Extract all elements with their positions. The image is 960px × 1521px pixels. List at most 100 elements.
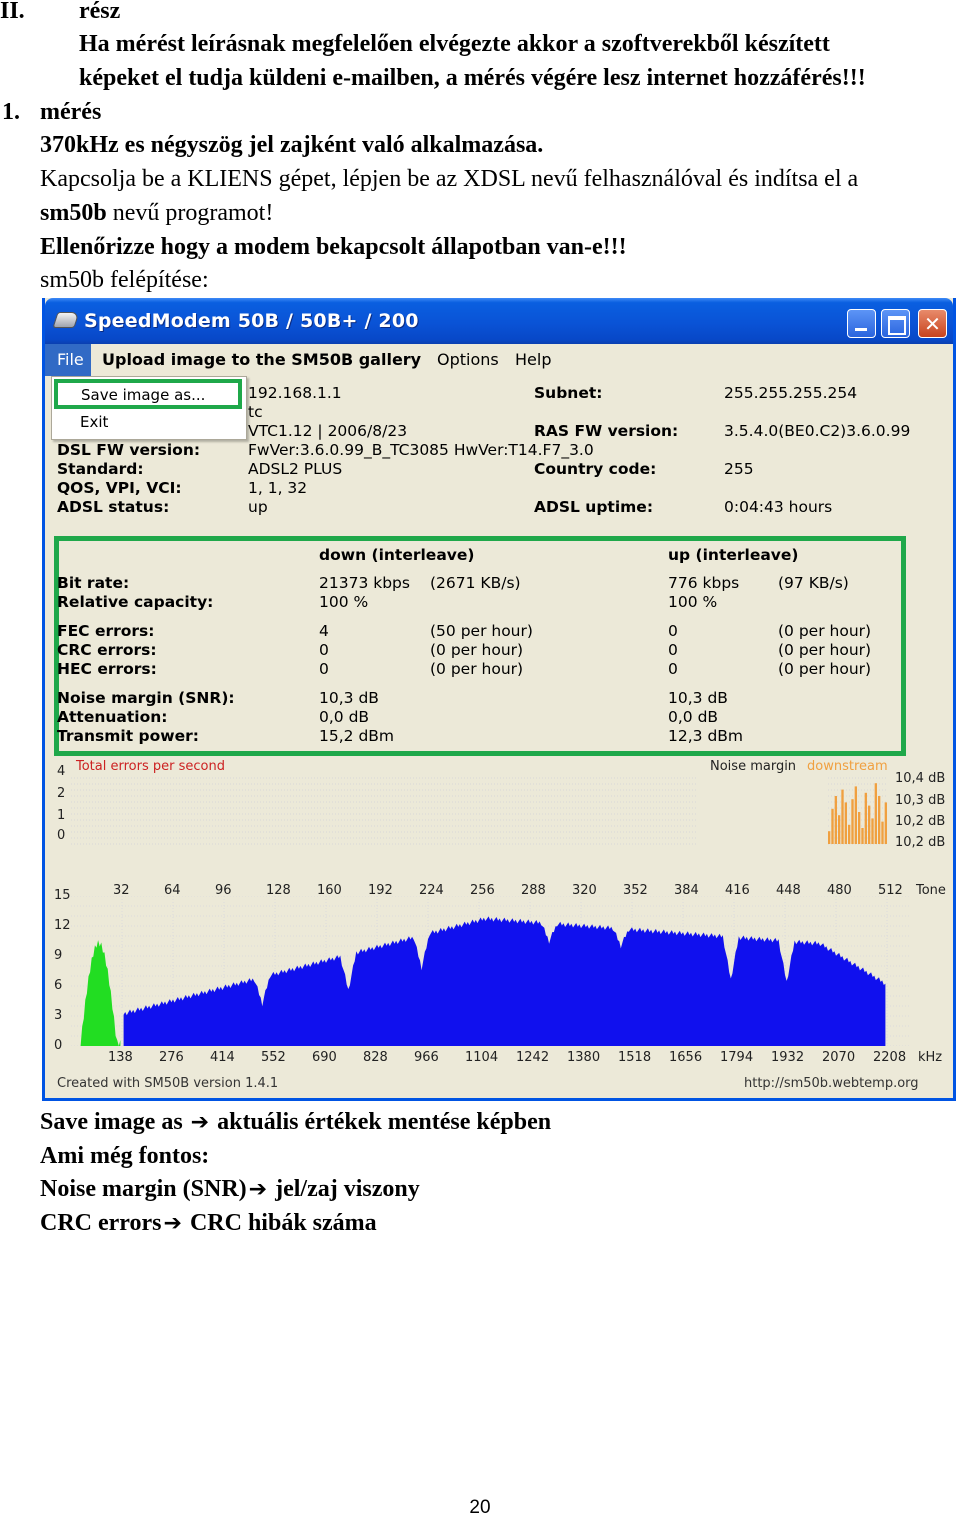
frequency-tick: 966: [414, 1050, 439, 1065]
exit-menu-item[interactable]: Exit: [80, 413, 108, 431]
tone-y-tick: 3: [54, 1008, 63, 1023]
save-image-as-menu-item[interactable]: Save image as...: [54, 379, 242, 409]
stat-label: CRC errors:: [57, 641, 157, 659]
check-modem-instruction: Ellenőrizze hogy a modem bekapcsolt álla…: [40, 234, 627, 260]
note-save-label: Save image as: [40, 1109, 183, 1135]
noise-bar: [848, 824, 851, 844]
frequency-tick: 552: [261, 1050, 286, 1065]
window-title: SpeedModem 50B / 50B+ / 200: [84, 310, 419, 332]
frequency-tick: 138: [108, 1050, 133, 1065]
noise-bar: [854, 786, 857, 844]
noise-bar: [844, 802, 847, 844]
adsl-status-label: ADSL status:: [57, 498, 170, 516]
noise-bar: [828, 831, 831, 844]
adsl-uptime-label: ADSL uptime:: [534, 498, 654, 516]
instruction-line-2-rest: nevű programot!: [106, 200, 274, 226]
intro-line-1: Ha mérést leírásnak megfelelően elvégezt…: [79, 31, 830, 57]
program-name: sm50b: [40, 200, 107, 226]
instruction-line-2: sm50b nevű programot!: [40, 198, 273, 228]
stat-label: Bit rate:: [57, 574, 130, 592]
noise-bar: [881, 821, 884, 844]
noise-bar: [864, 792, 867, 844]
noise-bar: [868, 805, 871, 844]
speedmodem-window: SpeedModem 50B / 50B+ / 200 File Upload …: [42, 298, 956, 1101]
title-bar[interactable]: SpeedModem 50B / 50B+ / 200: [45, 298, 953, 344]
noise-bar: [841, 789, 844, 844]
frequency-tick: 2208: [873, 1050, 907, 1065]
firmware-value: VTC1.12 | 2006/8/23: [248, 422, 408, 440]
tone-y-tick: 9: [54, 948, 63, 963]
dsl-fw-version-value: FwVer:3.6.0.99_B_TC3085 HwVer:T14.F7_3.0: [248, 441, 594, 459]
tone-y-tick: 15: [54, 888, 71, 903]
note-save-image: Save image as ➔ aktuális értékek mentése…: [40, 1107, 551, 1138]
noise-bar: [834, 796, 837, 844]
stat-up-value: 776 kbps: [668, 574, 740, 592]
noise-bar: [884, 802, 887, 844]
tone-y-tick: 0: [54, 1038, 63, 1053]
noise-value-label: 10,2 dB: [895, 835, 946, 850]
errors-chart-title: Total errors per second: [76, 759, 225, 774]
noise-bar: [874, 783, 877, 844]
intro-line-2: képeket el tudja küldeni e-mailben, a mé…: [79, 65, 866, 91]
stat-up-value: 12,3 dBm: [668, 727, 744, 745]
subnet-value: 255.255.255.254: [724, 384, 858, 402]
noise-bar: [851, 799, 854, 844]
stat-down-extra: (0 per hour): [430, 660, 524, 678]
stat-up-value: 0: [668, 641, 678, 659]
file-dropdown-menu: Save image as... Exit: [51, 376, 247, 440]
part-heading: rész: [79, 0, 121, 24]
stat-label: Relative capacity:: [57, 593, 214, 611]
maximize-button[interactable]: [881, 309, 910, 338]
stat-down-value: 4: [319, 622, 329, 640]
close-button[interactable]: [918, 309, 947, 338]
bits-per-tone-chart: [71, 896, 911, 1046]
structure-label: sm50b felépítése:: [40, 267, 209, 293]
noise-bar: [838, 815, 841, 844]
device-type-value: tc: [248, 403, 263, 421]
stat-label: FEC errors:: [57, 622, 155, 640]
modem-icon: [52, 312, 80, 328]
part-number: II.: [0, 0, 25, 24]
arrow-icon: ➔: [163, 1211, 182, 1236]
stat-up-value: 0: [668, 660, 678, 678]
noise-chart-series-label: downstream: [807, 759, 888, 774]
menu-file[interactable]: File: [45, 344, 91, 376]
arrow-icon: ➔: [248, 1177, 268, 1202]
minimize-button[interactable]: [847, 309, 876, 338]
noise-value-label: 10,4 dB: [895, 771, 946, 786]
standard-value: ADSL2 PLUS: [248, 460, 343, 478]
stat-down-value: 10,3 dB: [319, 689, 379, 707]
stat-up-value: 10,3 dB: [668, 689, 728, 707]
frequency-tick: 690: [312, 1050, 337, 1065]
website-footer[interactable]: http://sm50b.webtemp.org: [744, 1076, 919, 1091]
stat-down-value: 0: [319, 660, 329, 678]
noise-bar: [831, 808, 834, 844]
up-header: up (interleave): [668, 546, 799, 564]
frequency-axis-label: kHz: [918, 1050, 943, 1065]
menu-options[interactable]: Options: [437, 350, 499, 369]
task-title: mérés: [40, 99, 102, 125]
frequency-tick: 414: [210, 1050, 235, 1065]
adsl-uptime-value: 0:04:43 hours: [724, 498, 833, 516]
stat-down-value: 100 %: [319, 593, 369, 611]
ras-fw-version-value: 3.5.4.0(BE0.C2)3.6.0.99: [724, 422, 911, 440]
qos-vpi-vci-label: QOS, VPI, VCI:: [57, 479, 182, 497]
instruction-line-1: Kapcsolja be a KLIENS gépet, lépjen be a…: [40, 166, 859, 192]
stat-up-value: 0,0 dB: [668, 708, 719, 726]
menu-bar: File Upload image to the SM50B gallery O…: [45, 344, 953, 376]
frequency-tick: 1932: [771, 1050, 805, 1065]
adsl-status-value: up: [248, 498, 268, 516]
frequency-tick: 828: [363, 1050, 388, 1065]
down-header: down (interleave): [319, 546, 475, 564]
menu-upload-gallery[interactable]: Upload image to the SM50B gallery: [102, 350, 421, 369]
downstream-bits-series: [123, 916, 886, 1046]
country-code-value: 255: [724, 460, 754, 478]
stat-down-extra: (0 per hour): [430, 641, 524, 659]
tone-y-tick: 12: [54, 918, 71, 933]
menu-help[interactable]: Help: [515, 350, 551, 369]
stat-down-extra: (2671 KB/s): [430, 574, 521, 592]
stat-label: Attenuation:: [57, 708, 168, 726]
frequency-tick: 1380: [567, 1050, 601, 1065]
stat-down-value: 0,0 dB: [319, 708, 370, 726]
stat-label: HEC errors:: [57, 660, 157, 678]
